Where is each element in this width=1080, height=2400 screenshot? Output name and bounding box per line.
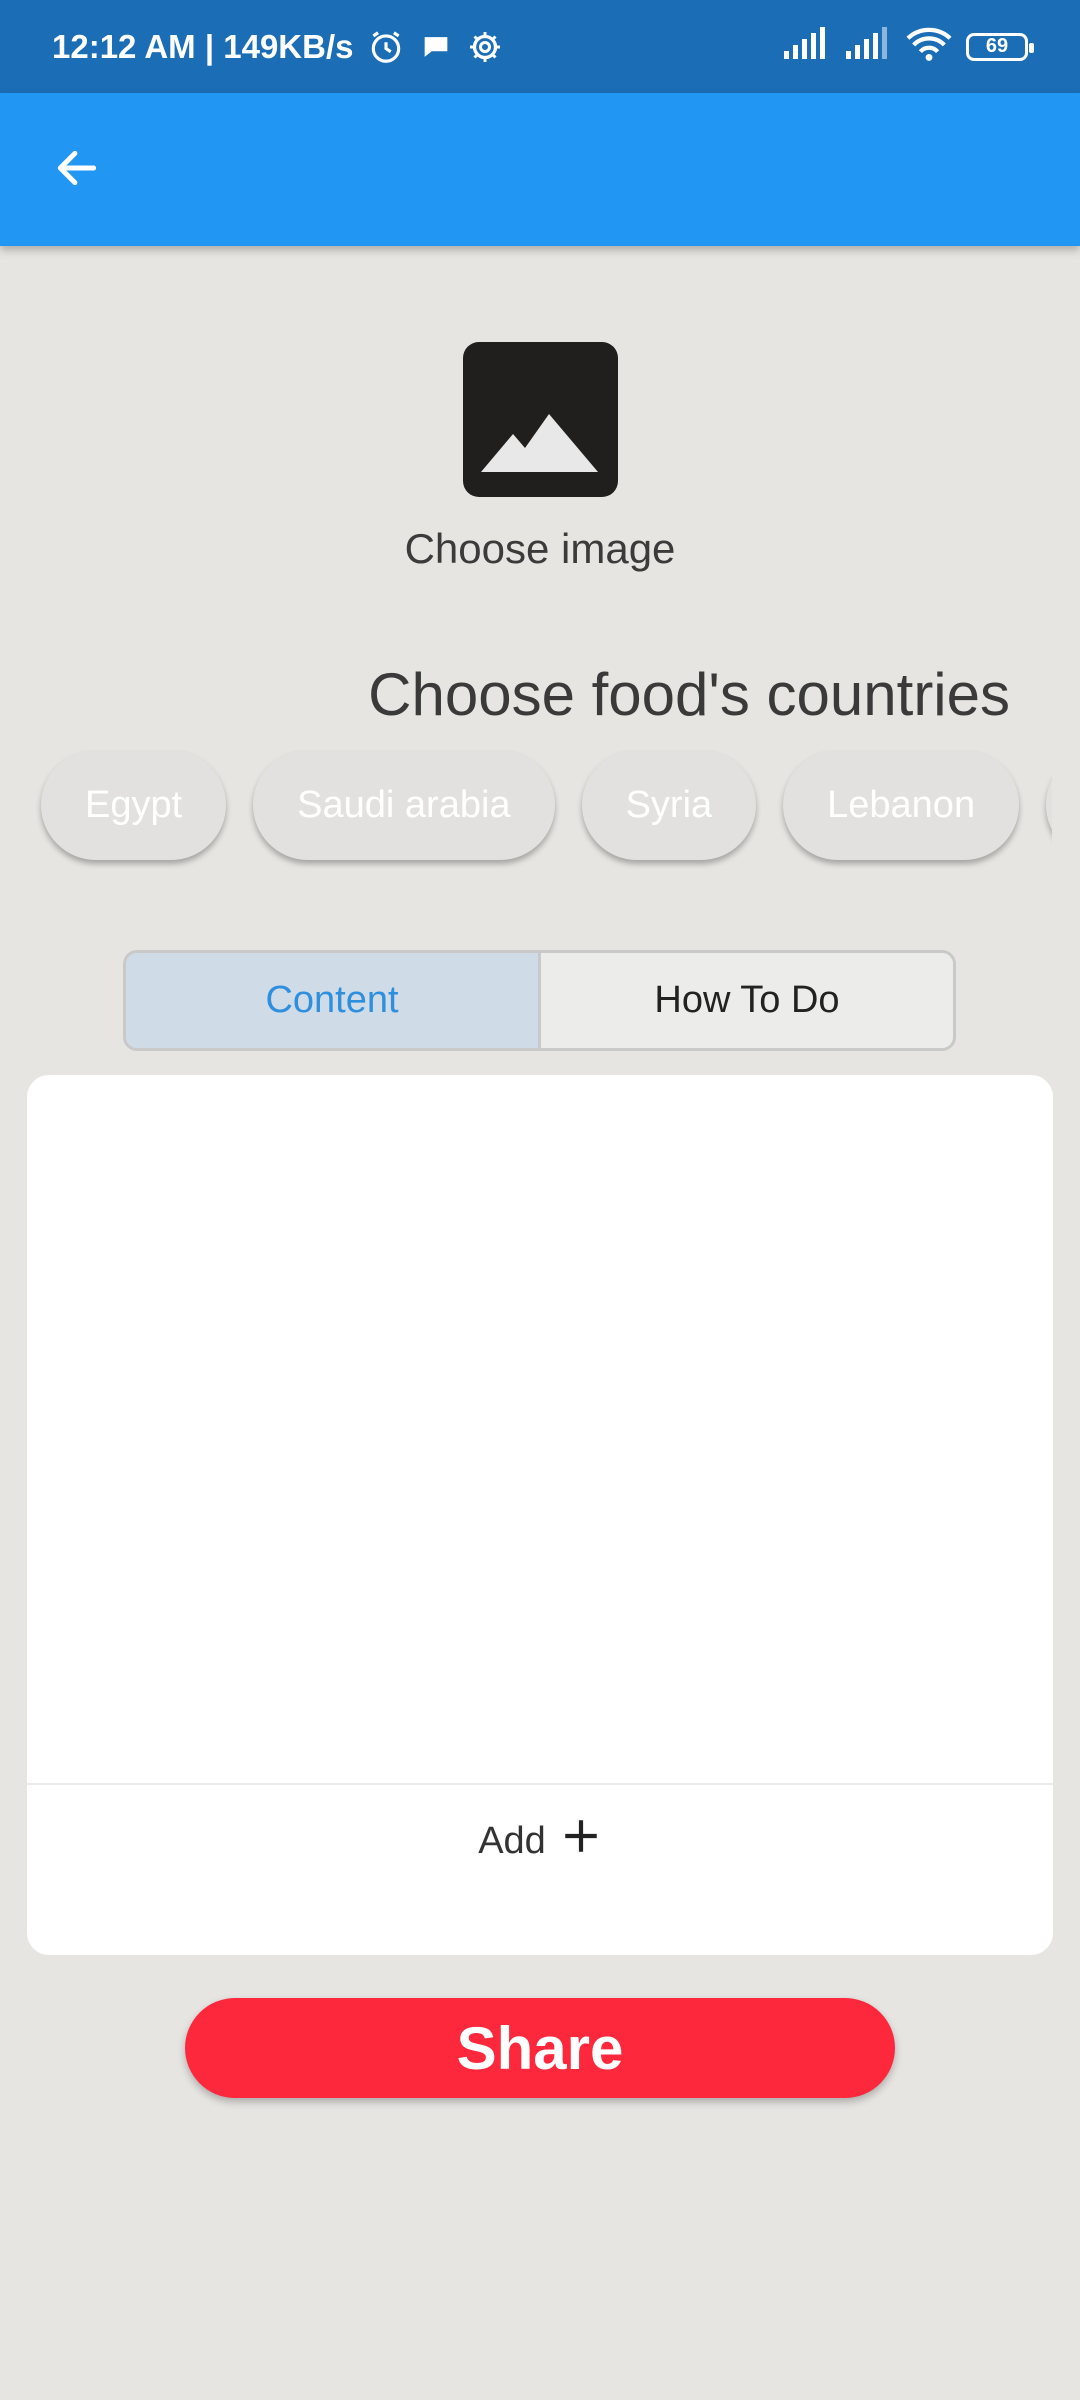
back-button[interactable] — [44, 137, 110, 203]
battery-level: 69 — [985, 35, 1009, 57]
signal-icon — [782, 27, 830, 66]
add-button[interactable]: Add — [27, 1815, 1053, 1867]
choose-image-button[interactable] — [463, 342, 618, 497]
status-right: 69 — [782, 26, 1034, 67]
chip-partial[interactable] — [1046, 750, 1052, 860]
card-divider — [27, 1783, 1053, 1785]
alarm-icon — [367, 28, 405, 66]
status-time: 12:12 AM | 149KB/s — [52, 27, 354, 65]
battery-icon: 69 — [966, 32, 1034, 61]
tab-how-to-do[interactable]: How To Do — [541, 953, 953, 1048]
content-tabs: Content How To Do — [123, 950, 956, 1051]
chat-bubble-icon — [419, 30, 453, 64]
image-icon — [463, 414, 618, 501]
choose-image-label: Choose image — [404, 525, 676, 572]
plus-icon — [560, 1815, 602, 1867]
arrow-left-icon — [52, 143, 102, 198]
chip-egypt[interactable]: Egypt — [41, 750, 227, 860]
add-label: Add — [478, 1819, 546, 1862]
content-card: Add — [27, 1075, 1053, 1955]
country-chips: Egypt Saudi arabia Syria Lebanon — [0, 750, 1052, 875]
share-button[interactable]: Share — [185, 1998, 895, 2098]
chip-saudi-arabia[interactable]: Saudi arabia — [253, 750, 555, 860]
status-bar: 12:12 AM | 149KB/s 69 — [0, 0, 1080, 93]
wifi-icon — [906, 26, 952, 67]
countries-title: Choose food's countries — [368, 661, 1010, 728]
settings-icon — [467, 29, 503, 65]
chip-lebanon[interactable]: Lebanon — [783, 750, 1020, 860]
tab-content[interactable]: Content — [126, 953, 541, 1048]
signal-icon — [844, 27, 892, 66]
chip-syria[interactable]: Syria — [581, 750, 757, 860]
app-bar — [0, 93, 1080, 246]
status-left: 12:12 AM | 149KB/s — [52, 28, 503, 66]
